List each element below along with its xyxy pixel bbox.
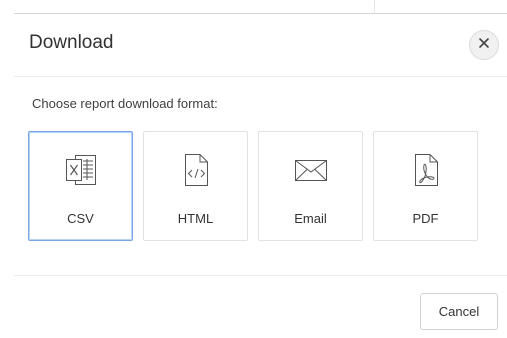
header-divider	[14, 76, 507, 77]
footer-divider	[14, 275, 507, 276]
envelope-icon	[259, 152, 362, 188]
pdf-file-icon	[374, 152, 477, 188]
format-label-email: Email	[294, 211, 327, 226]
format-label-html: HTML	[177, 211, 214, 226]
html-code-file-icon	[144, 152, 247, 188]
close-button[interactable]	[469, 30, 499, 60]
top-edge-divider	[14, 0, 507, 14]
csv-spreadsheet-icon	[29, 152, 132, 188]
format-label-csv: CSV	[67, 211, 94, 226]
format-prompt: Choose report download format:	[32, 96, 218, 111]
format-label-pdf: PDF	[412, 211, 439, 226]
dialog-title: Download	[29, 32, 114, 53]
format-option-email[interactable]: Email	[258, 131, 363, 241]
format-option-html[interactable]: HTML	[143, 131, 248, 241]
cancel-button[interactable]: Cancel	[420, 293, 498, 330]
format-option-pdf[interactable]: PDF	[373, 131, 478, 241]
download-dialog: Download Choose report download format:	[0, 0, 507, 338]
format-option-csv[interactable]: CSV	[28, 131, 133, 241]
top-edge-separator	[374, 0, 375, 13]
close-icon	[478, 36, 490, 54]
